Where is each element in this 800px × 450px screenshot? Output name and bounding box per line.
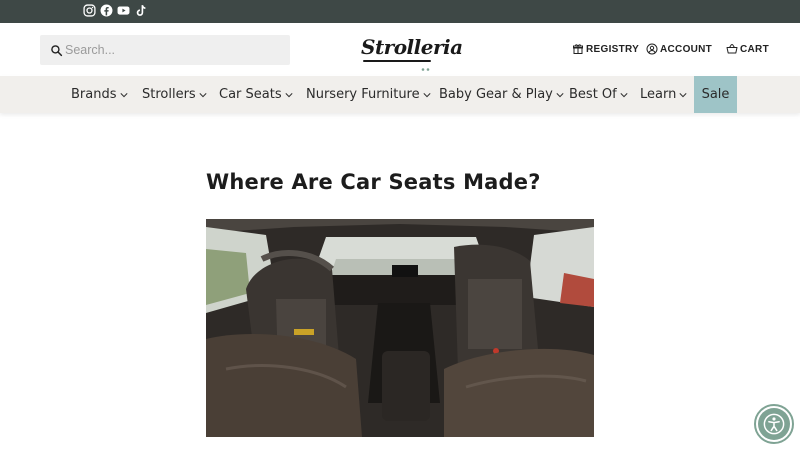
accessibility-icon xyxy=(763,413,785,435)
menu-item-label: Car Seats xyxy=(219,87,282,102)
main-menu: Brands Strollers Car Seats Nursery Furni… xyxy=(0,76,800,113)
chevron-down-icon xyxy=(285,92,293,97)
cart-link[interactable]: CART xyxy=(726,43,769,55)
logo-dots xyxy=(421,68,430,71)
menu-item-sale[interactable]: Sale xyxy=(694,76,737,113)
cart-icon xyxy=(726,44,738,54)
menu-item-car-seats[interactable]: Car Seats xyxy=(219,76,293,113)
social-bar xyxy=(0,0,800,23)
search-input[interactable] xyxy=(65,43,275,57)
menu-item-nursery-furniture[interactable]: Nursery Furniture xyxy=(306,76,431,113)
registry-link[interactable]: REGISTRY xyxy=(572,43,639,55)
menu-item-label: Nursery Furniture xyxy=(306,87,420,102)
chevron-down-icon xyxy=(423,92,431,97)
registry-label: REGISTRY xyxy=(586,43,640,55)
menu-item-label: Best Of xyxy=(569,87,617,102)
youtube-icon[interactable] xyxy=(117,4,130,17)
hero-image xyxy=(206,219,594,437)
site-logo[interactable]: Strolleria xyxy=(361,35,463,71)
site-header: Strolleria REGISTRY ACCOUNT CART xyxy=(0,23,800,76)
logo-underline xyxy=(363,60,431,62)
menu-item-best-of[interactable]: Best Of xyxy=(569,76,628,113)
chevron-down-icon xyxy=(679,92,687,97)
search-icon xyxy=(51,44,63,56)
gift-icon xyxy=(573,44,583,54)
cart-label: CART xyxy=(740,43,769,55)
user-icon xyxy=(646,43,658,55)
logo-text: Strolleria xyxy=(361,35,463,59)
car-interior-photo xyxy=(206,219,594,437)
menu-item-learn[interactable]: Learn xyxy=(640,76,687,113)
accessibility-icon-wrap xyxy=(758,408,790,440)
chevron-down-icon xyxy=(199,92,207,97)
chevron-down-icon xyxy=(119,92,128,97)
page-title: Where Are Car Seats Made? xyxy=(206,170,541,194)
menu-item-label: Brands xyxy=(71,87,117,102)
instagram-icon[interactable] xyxy=(83,4,96,17)
accessibility-button[interactable] xyxy=(754,404,794,444)
menu-item-label: Strollers xyxy=(142,87,196,102)
menu-item-brands[interactable]: Brands xyxy=(71,76,128,113)
tiktok-icon[interactable] xyxy=(134,4,147,17)
sale-label: Sale xyxy=(701,87,730,102)
account-label: ACCOUNT xyxy=(660,43,713,55)
menu-item-label: Baby Gear & Play xyxy=(439,87,553,102)
search-box[interactable] xyxy=(40,35,290,65)
chevron-down-icon xyxy=(556,92,564,97)
chevron-down-icon xyxy=(620,92,628,97)
account-link[interactable]: ACCOUNT xyxy=(646,43,712,55)
menu-item-baby-gear-play[interactable]: Baby Gear & Play xyxy=(439,76,564,113)
social-links xyxy=(83,4,147,17)
menu-item-strollers[interactable]: Strollers xyxy=(142,76,207,113)
menu-item-label: Learn xyxy=(640,87,677,102)
facebook-icon[interactable] xyxy=(100,4,113,17)
